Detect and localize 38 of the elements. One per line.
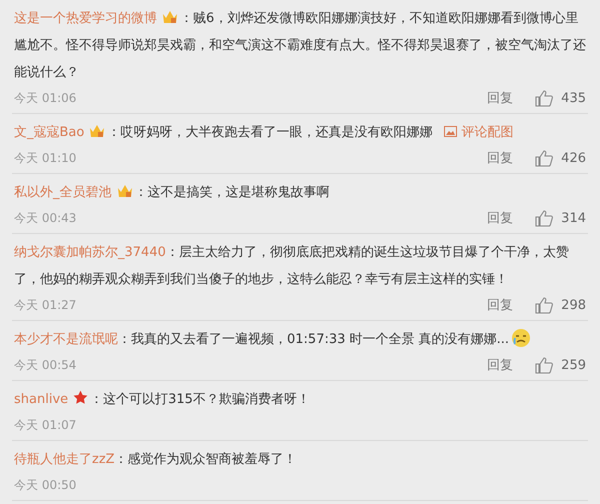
thumbs-up-icon[interactable] — [535, 90, 554, 106]
comment-time: 今天 01:06 — [14, 90, 78, 106]
image-icon — [444, 126, 458, 137]
comment-time: 今天 01:27 — [14, 296, 78, 314]
comment-time: 今天 00:50 — [14, 476, 78, 494]
comment-text: 文_寇寇Bao ：哎呀妈呀，大半夜跑去看了一眼，还真是没有欧阳娜娜 评论配图 — [14, 122, 514, 142]
comment-text: 待瓶人他走了zzZ：感觉作为观众智商被羞辱了！ — [14, 451, 298, 469]
username-link[interactable]: 私以外_全员碧池 — [14, 185, 112, 200]
username-link[interactable]: shanlive — [14, 392, 68, 407]
reply-link[interactable]: 回复 — [487, 89, 514, 107]
reply-link[interactable]: 回复 — [487, 296, 514, 314]
reply-link[interactable]: 回复 — [487, 356, 514, 374]
reply-link[interactable]: 回复 — [487, 209, 514, 227]
comment-image-link[interactable]: 评论配图 — [444, 125, 514, 140]
username-link[interactable]: 文_寇寇Bao — [14, 125, 84, 140]
comment-time: 今天 01:10 — [14, 150, 78, 166]
like-count: 426 — [561, 150, 586, 166]
username-link[interactable]: 本少才不是流氓呢 — [14, 332, 118, 347]
thumbs-up-icon[interactable] — [535, 296, 554, 314]
thumbs-up-icon[interactable] — [535, 150, 554, 166]
thumbs-up-icon[interactable] — [535, 356, 554, 374]
username-link[interactable]: 待瓶人他走了zzZ — [14, 452, 115, 467]
username-link[interactable]: 这是一个热爱学习的微博 — [14, 11, 157, 26]
thumbs-up-icon[interactable] — [535, 210, 554, 226]
like-count: 314 — [561, 210, 586, 226]
comment-text: shanlive ：这个可以打315不？欺骗消费者呀！ — [14, 389, 311, 409]
comment-text: 本少才不是流氓呢：我真的又去看了一遍视频，01:57:33 时一个全景 真的没有娜娜... — [14, 326, 586, 353]
comment-time: 今天 00:43 — [14, 210, 78, 226]
username-link[interactable]: 纳戈尔囊加帕苏尔_37440 — [14, 245, 166, 260]
comment-text: 纳戈尔囊加帕苏尔_37440：层主太给力了，彻彻底底把戏精的诞生这垃圾节目爆了个干净，太赞了，他妈的糊弄观众糊弄到我们当傻子的地步，这特么能忍？幸亏有层主这样的实锤！ — [14, 244, 570, 289]
comment-time: 今天 01:07 — [14, 416, 78, 434]
reply-link[interactable]: 回复 — [487, 149, 514, 167]
comment-time: 今天 00:54 — [14, 356, 78, 374]
like-count: 435 — [561, 90, 586, 106]
comment-text: 这是一个热爱学习的微博 ：贼6，刘烨还发微博欧阳娜娜演技好，不知道欧阳娜娜看到微博心里尴尬不。怪不得导师说郑昊戏霸，和空气演这不霸难度有点大。怪不得郑昊退赛了，被空气淘汰了还能说什么？ — [14, 8, 586, 82]
comment-text: 私以外_全员碧池 ：这不是搞笑，这是堪称鬼故事啊 — [14, 182, 330, 202]
like-count: 298 — [561, 298, 586, 312]
like-count: 259 — [561, 358, 586, 372]
